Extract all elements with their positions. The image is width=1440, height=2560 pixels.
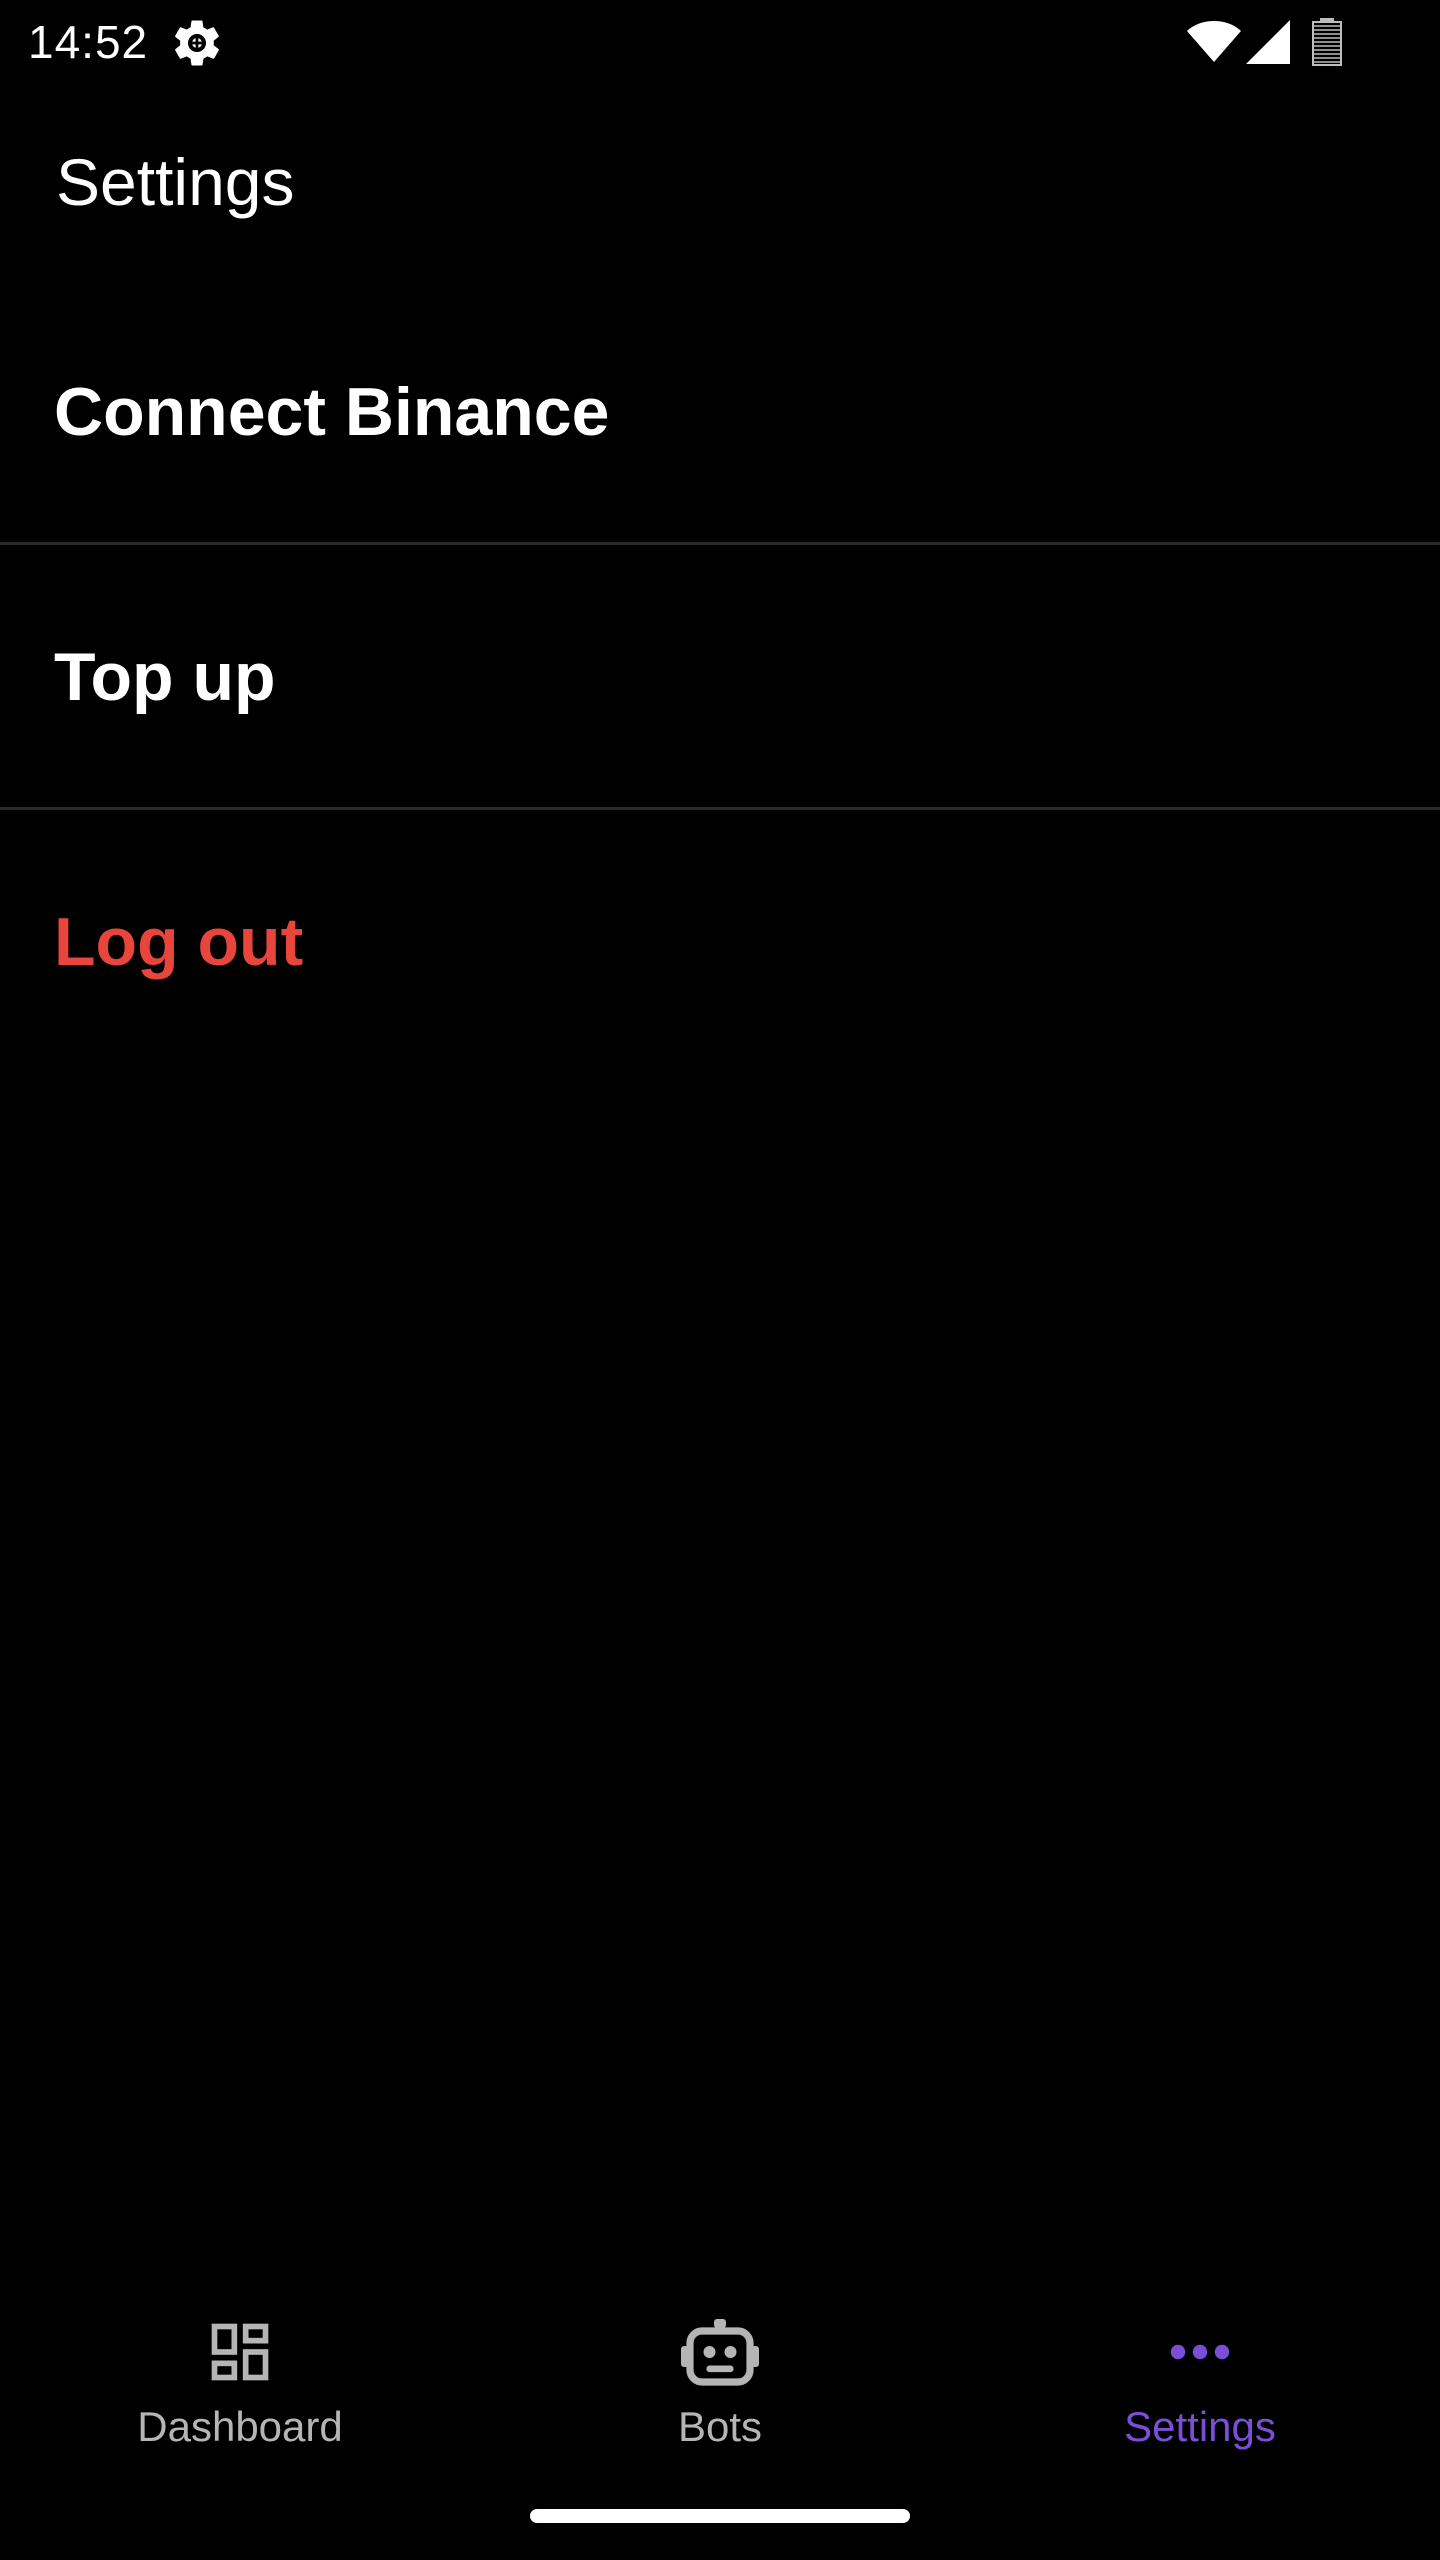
connect-binance-item[interactable]: Connect Binance <box>0 280 1440 545</box>
more-dots-icon <box>1170 2344 1230 2360</box>
nav-item-dashboard[interactable]: Dashboard <box>0 2290 480 2470</box>
nav-label-dashboard: Dashboard <box>137 2403 343 2450</box>
page-title: Settings <box>56 145 295 219</box>
top-up-item[interactable]: Top up <box>0 545 1440 810</box>
nav-item-bots[interactable]: Bots <box>480 2290 960 2470</box>
nav-label-bots: Bots <box>677 2403 763 2450</box>
status-bar: 14:52 <box>0 0 1440 84</box>
battery-icon <box>1312 18 1342 66</box>
log-out-label: Log out <box>54 904 304 980</box>
gear-icon <box>175 20 219 66</box>
bottom-nav: Dashboard Bots Settings <box>0 2290 1440 2470</box>
status-time: 14:52 <box>28 16 149 68</box>
signal-icon <box>1246 20 1290 64</box>
robot-icon <box>681 2319 759 2386</box>
log-out-item[interactable]: Log out <box>0 810 1440 1075</box>
top-up-label: Top up <box>54 639 276 715</box>
connect-binance-label: Connect Binance <box>54 374 610 450</box>
settings-menu: Connect Binance Top up Log out <box>0 280 1440 1075</box>
home-indicator[interactable] <box>530 2509 910 2523</box>
nav-item-settings[interactable]: Settings <box>960 2290 1440 2470</box>
nav-label-settings: Settings <box>1124 2403 1276 2450</box>
dashboard-icon <box>211 2323 269 2381</box>
settings-screen: 14:52 Settings Connect Binance Top up Lo… <box>0 0 1440 2560</box>
wifi-icon <box>1187 21 1241 62</box>
